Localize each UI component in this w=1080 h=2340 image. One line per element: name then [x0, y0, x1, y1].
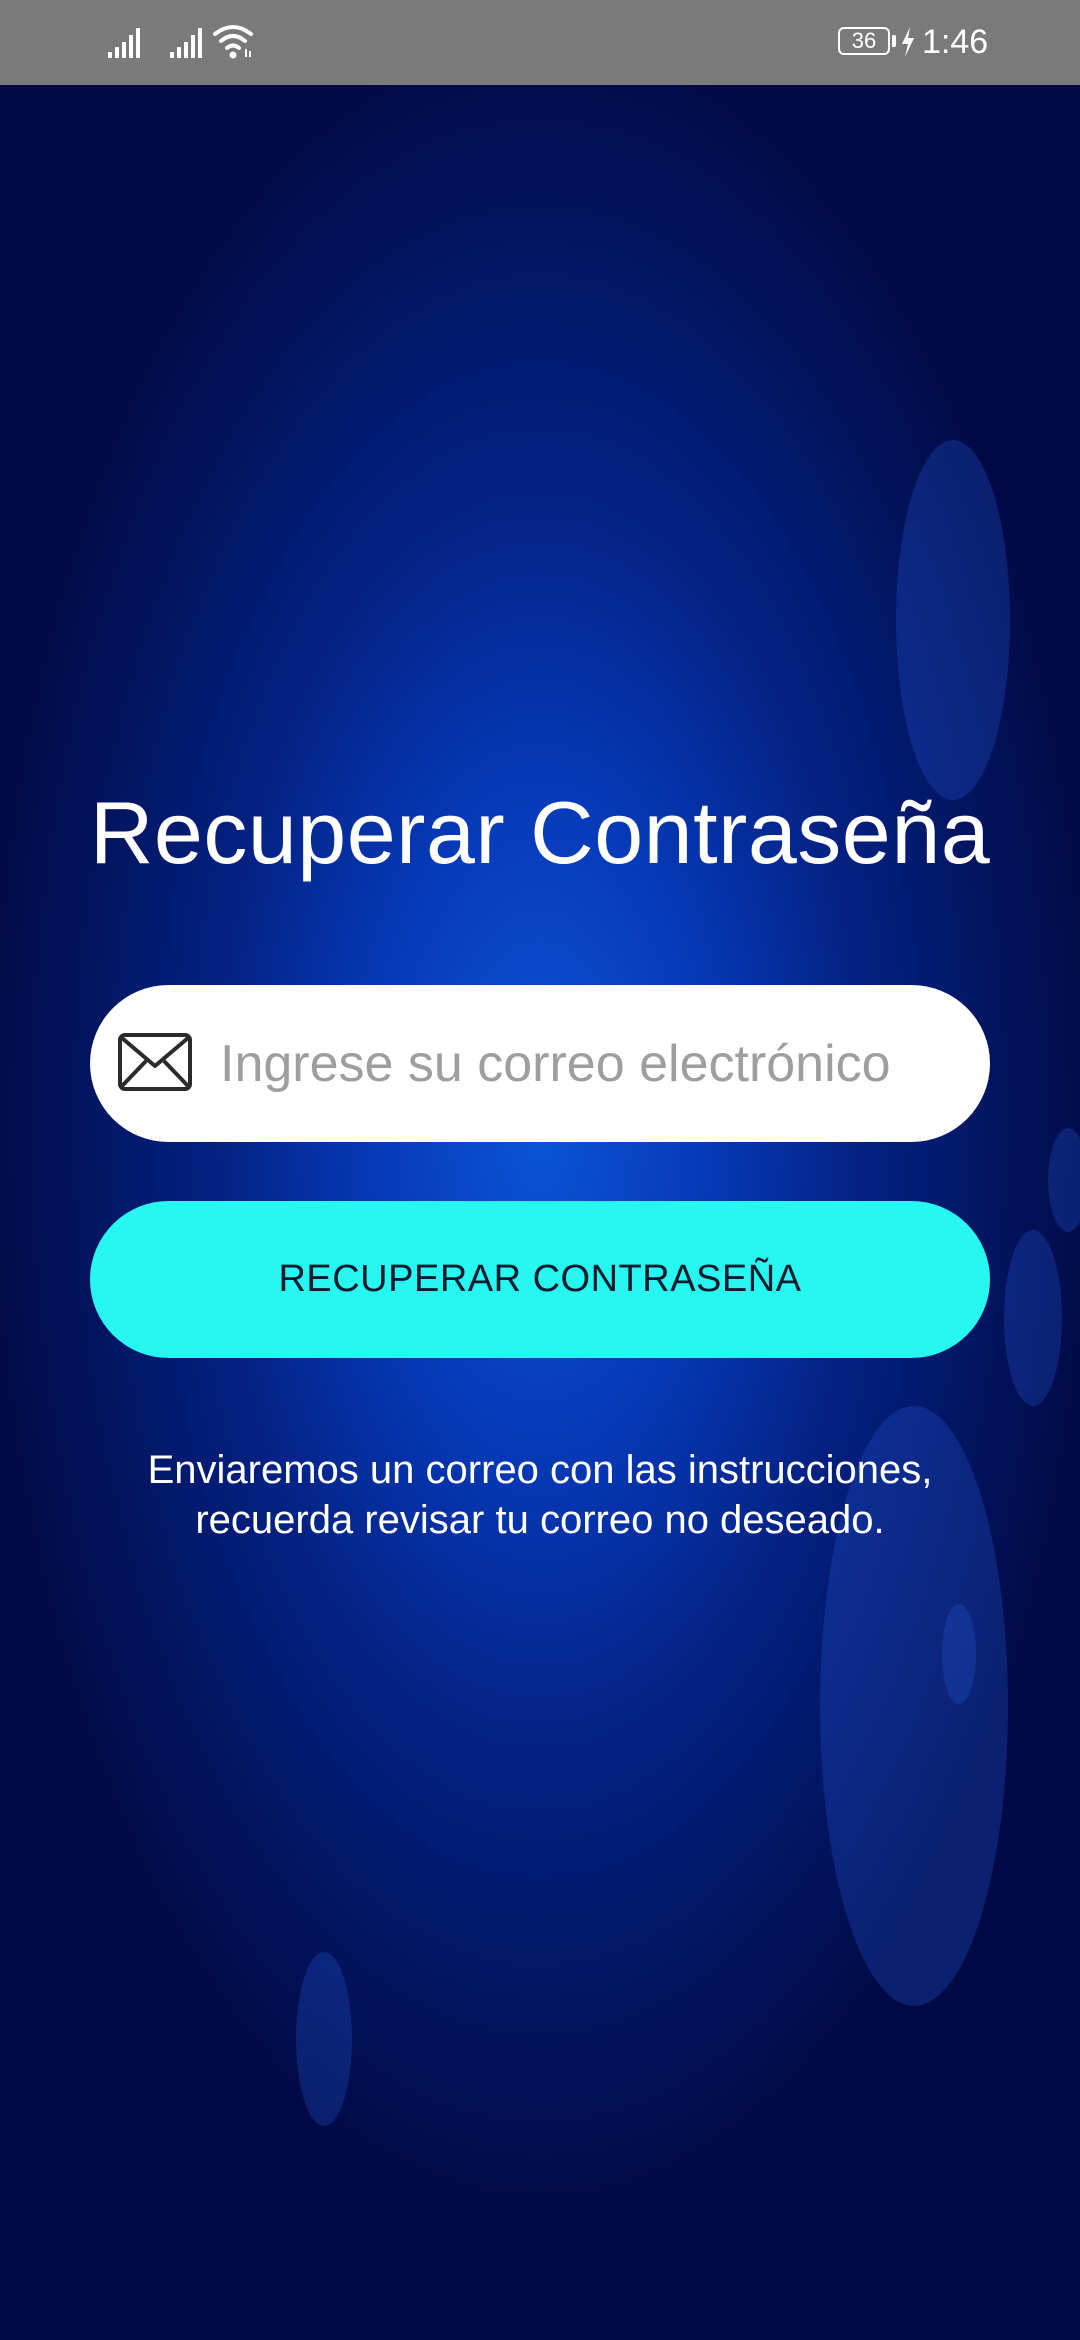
charging-bolt-icon — [902, 27, 914, 57]
recover-password-button[interactable]: RECUPERAR CONTRASEÑA — [90, 1201, 990, 1358]
info-text: Enviaremos un correo con las instruccion… — [60, 1445, 1020, 1545]
decorative-bubble — [896, 440, 1010, 800]
decorative-bubble — [1004, 1230, 1062, 1406]
battery-level: 36 — [851, 28, 877, 53]
wifi-icon — [213, 25, 253, 59]
signal-icon — [108, 28, 140, 58]
page-title: Recuperar Contraseña — [89, 783, 991, 882]
decorative-bubble — [1048, 1128, 1080, 1232]
signal-icon — [170, 28, 202, 58]
recover-password-screen: 36 1:46 Recuperar Contraseña RECUPERAR C… — [0, 0, 1080, 2340]
decorative-bubble — [942, 1604, 976, 1704]
info-line: Enviaremos un correo con las instruccion… — [147, 1448, 933, 1492]
battery-cap — [892, 35, 896, 47]
info-line: recuerda revisar tu correo no deseado. — [195, 1498, 885, 1542]
email-field-container[interactable] — [90, 985, 990, 1142]
status-bar: 36 1:46 — [0, 0, 1080, 85]
decorative-bubble — [296, 1952, 352, 2126]
mail-icon — [118, 1033, 192, 1091]
battery-icon: 36 — [838, 27, 890, 55]
email-input[interactable] — [220, 1015, 960, 1112]
status-clock: 1:46 — [922, 23, 989, 61]
